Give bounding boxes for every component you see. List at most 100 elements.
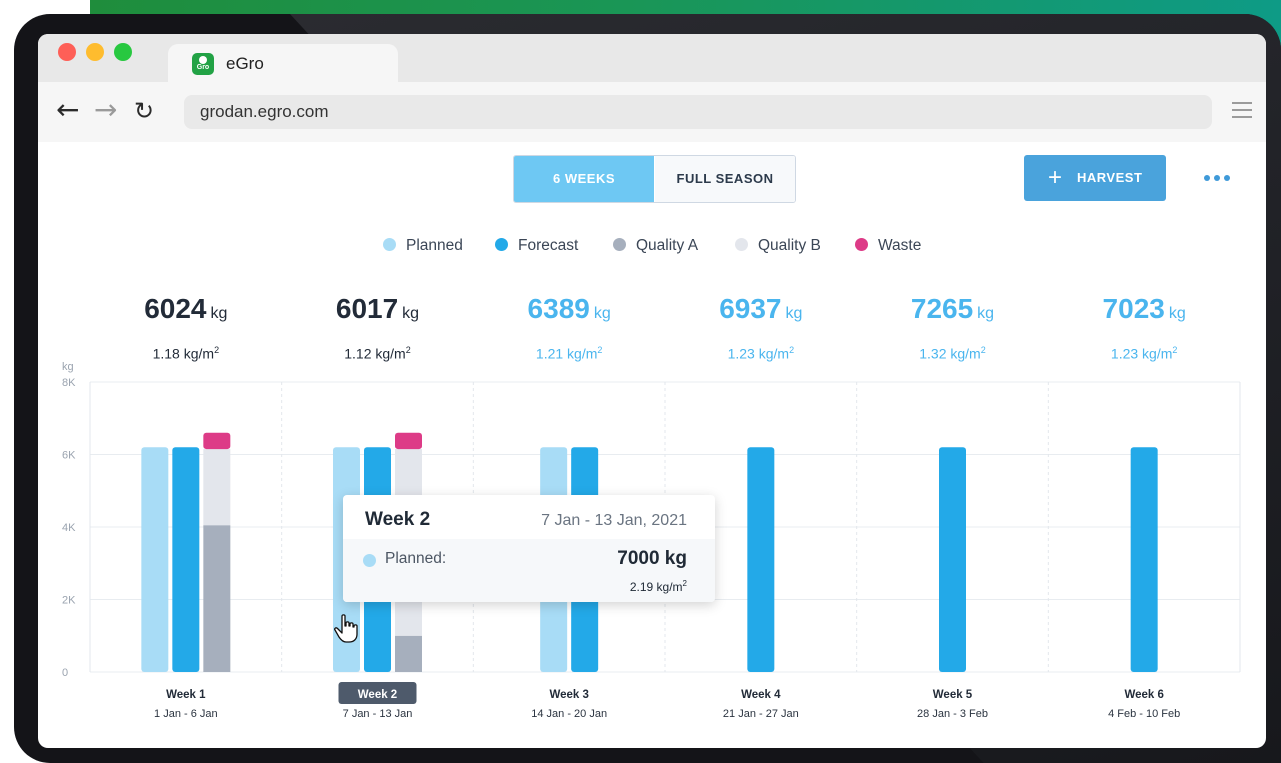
six-weeks-tab[interactable]: 6 WEEKS [514, 156, 654, 202]
x-date-range-label: 1 Jan - 6 Jan [154, 708, 218, 720]
tab-title: eGro [226, 54, 264, 73]
full-season-tab[interactable]: FULL SEASON [655, 156, 795, 202]
total-value: 6024 [144, 293, 207, 324]
total-unit: kg [210, 305, 228, 322]
quality-a-bar [395, 635, 422, 672]
window-maximize-button[interactable] [114, 43, 132, 61]
week-total: 6024 kg 1.18 kg/m2 [90, 292, 282, 363]
total-value: 7265 [910, 293, 974, 324]
egro-favicon-icon: Gro [192, 53, 214, 75]
week-total: 7265 kg 1.32 kg/m2 [857, 292, 1049, 363]
tooltip-date-range: 7 Jan - 13 Jan, 2021 [541, 512, 687, 529]
x-week-label: Week 6 [1124, 689, 1163, 701]
week-total: 6017 kg 1.12 kg/m2 [282, 292, 474, 363]
y-axis-unit-label: kg [62, 361, 74, 373]
week-total: 6937 kg 1.23 kg/m2 [665, 292, 857, 363]
total-value: 7023 [1102, 293, 1165, 324]
x-date-range-label: 21 Jan - 27 Jan [723, 708, 799, 720]
url-text: grodan.egro.com [200, 102, 329, 121]
quality-a-bar [203, 525, 231, 672]
y-tick-label: 2K [62, 595, 76, 607]
tooltip-density-value: 2.19 kg/m [629, 580, 683, 594]
address-bar: ← → ↻ grodan.egro.com [38, 82, 1266, 142]
x-date-range-label: 28 Jan - 3 Feb [917, 708, 988, 720]
legend-label: Waste [878, 237, 922, 254]
x-date-range-label: 7 Jan - 13 Jan [343, 708, 413, 720]
y-tick-label: 0 [62, 667, 68, 679]
legend-swatch [613, 238, 626, 251]
reload-icon[interactable]: ↻ [134, 97, 154, 125]
legend-item-planned[interactable]: Planned [383, 237, 463, 255]
tooltip-value: 7000 kg [617, 548, 687, 569]
legend-item-quality-a[interactable]: Quality A [613, 237, 698, 255]
tooltip-series-label: Planned: [385, 550, 447, 567]
harvest-button-label: HARVEST [1077, 170, 1143, 185]
x-date-range-label: 14 Jan - 20 Jan [531, 708, 607, 720]
legend-label: Quality B [758, 237, 821, 254]
week-total: 6389 kg 1.21 kg/m2 [473, 292, 665, 363]
total-unit: kg [1168, 305, 1186, 322]
browser-tab[interactable]: Gro eGro [168, 44, 398, 82]
legend-item-quality-b[interactable]: Quality B [735, 237, 821, 255]
total-weight: 6937 kg [665, 292, 857, 331]
forecast-bar [747, 447, 775, 672]
legend-swatch [735, 238, 748, 251]
total-value: 6937 [719, 293, 782, 324]
y-tick-label: 8K [62, 377, 76, 389]
browser-window: Gro eGro ← → ↻ grodan.egro.com 6 WEEKS F… [38, 34, 1266, 748]
tooltip-density-exponent: 2 [682, 579, 687, 588]
period-toggle: 6 WEEKS FULL SEASON [513, 155, 796, 203]
x-date-range-label: 4 Feb - 10 Feb [1108, 708, 1180, 720]
tooltip-body: Planned: 7000 kg 2.19 kg/m2 [343, 539, 715, 602]
window-minimize-button[interactable] [86, 43, 104, 61]
back-arrow-icon[interactable]: ← [56, 96, 79, 124]
total-unit: kg [593, 305, 611, 322]
hand-cursor-icon [334, 614, 358, 643]
total-unit: kg [785, 305, 803, 322]
waste-bar [395, 432, 422, 450]
planned-bar [141, 447, 169, 672]
tab-bar: Gro eGro [38, 34, 1266, 82]
more-dots-icon[interactable] [1204, 172, 1234, 184]
legend-swatch [855, 238, 868, 251]
waste-bar [203, 432, 231, 450]
total-value: 6017 [335, 293, 399, 324]
legend-item-forecast[interactable]: Forecast [495, 237, 578, 255]
browser-menu-icon[interactable] [1232, 102, 1252, 118]
y-tick-label: 6K [62, 450, 76, 462]
tooltip-series-swatch [363, 554, 376, 567]
x-week-label: Week 5 [933, 689, 973, 701]
legend-swatch [383, 238, 396, 251]
forward-arrow-icon[interactable]: → [94, 96, 117, 124]
forecast-bar [939, 447, 966, 672]
legend-label: Quality A [636, 237, 699, 254]
weekly-totals: 6024 kg 1.18 kg/m2 6017 kg 1.12 kg/m2 6389… [38, 292, 1266, 362]
week-total: 7023 kg 1.23 kg/m2 [1048, 292, 1240, 363]
total-weight: 6389 kg [473, 292, 665, 331]
x-week-label: Week 3 [549, 689, 588, 701]
quality-b-bar [203, 449, 231, 526]
total-weight: 6024 kg [90, 292, 282, 331]
total-value: 6389 [527, 293, 590, 324]
forecast-bar [172, 447, 200, 672]
total-weight: 7265 kg [857, 292, 1049, 331]
tooltip-week: Week 2 [365, 509, 431, 530]
total-weight: 7023 kg [1048, 292, 1240, 331]
total-unit: kg [402, 305, 420, 322]
x-week-label: Week 2 [358, 689, 397, 701]
y-tick-label: 4K [62, 522, 76, 534]
plus-icon: + [1048, 164, 1063, 191]
x-week-label: Week 1 [166, 689, 206, 701]
legend-swatch [495, 238, 508, 251]
url-field[interactable]: grodan.egro.com [184, 95, 1212, 129]
total-unit: kg [977, 305, 995, 322]
legend-item-waste[interactable]: Waste [855, 237, 921, 255]
window-close-button[interactable] [58, 43, 76, 61]
chart-tooltip: Week 2 7 Jan - 13 Jan, 2021 Planned: 700… [343, 495, 715, 602]
tooltip-density: 2.19 kg/m2 [630, 579, 687, 594]
x-week-label: Week 4 [741, 689, 781, 701]
add-harvest-button[interactable]: + HARVEST [1024, 155, 1166, 201]
forecast-bar [1130, 447, 1158, 672]
legend-label: Forecast [518, 237, 579, 254]
legend-label: Planned [406, 237, 463, 254]
